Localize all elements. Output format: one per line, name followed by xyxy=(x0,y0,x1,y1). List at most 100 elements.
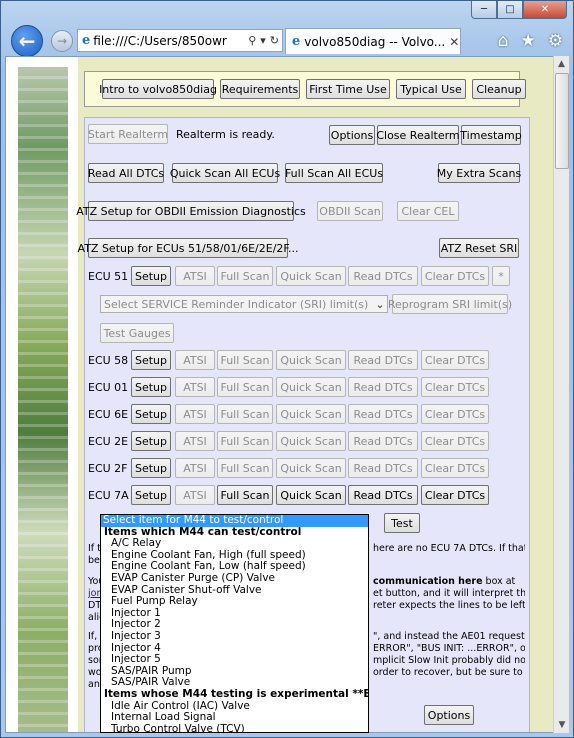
dropdown-option[interactable]: Fuel Pump Relay xyxy=(101,596,368,608)
ecu01-atsi-button[interactable]: ATSI xyxy=(175,377,215,397)
ecu7a-setup-button[interactable]: Setup xyxy=(131,485,171,505)
scrollbar-thumb[interactable] xyxy=(555,73,569,169)
back-button[interactable]: ← xyxy=(11,25,43,57)
clear-cel-button[interactable]: Clear CEL xyxy=(397,201,459,221)
scroll-up-icon[interactable]: ▲ xyxy=(554,56,569,72)
paragraph-fragment: mplicit Slow Init probably did not xyxy=(373,655,525,666)
ecu2e-atsi-button[interactable]: ATSI xyxy=(175,431,215,451)
ecu6e-atsi-button[interactable]: ATSI xyxy=(175,404,215,424)
ecu2f-setup-button[interactable]: Setup xyxy=(131,458,171,478)
ecu2e-clear-dtcs-button[interactable]: Clear DTCs xyxy=(421,431,489,451)
browser-toolbar-icons: ⌂ ★ ⚙ xyxy=(498,31,563,51)
back-arrow-icon: ← xyxy=(18,29,36,53)
m44-test-button[interactable]: Test xyxy=(384,513,420,533)
realterm-options-button[interactable]: Options xyxy=(329,125,375,145)
timestamp-button[interactable]: Timestamp xyxy=(460,125,522,145)
ecu51-star-button[interactable]: * xyxy=(492,266,510,286)
test-gauges-button[interactable]: Test Gauges xyxy=(100,323,174,343)
maximize-button[interactable]: □ xyxy=(497,1,523,19)
ecu58-setup-button[interactable]: Setup xyxy=(131,350,171,370)
ecu51-clear-dtcs-button[interactable]: Clear DTCs xyxy=(421,266,489,286)
address-bar[interactable]: e file:///C:/Users/850owr ⚲ ▾ ↻ xyxy=(77,29,283,52)
forward-button[interactable]: → xyxy=(51,30,73,52)
ecu2f-quick-scan-button[interactable]: Quick Scan xyxy=(276,458,346,478)
realterm-status: Realterm is ready. xyxy=(176,128,275,141)
ecu01-quick-scan-button[interactable]: Quick Scan xyxy=(276,377,346,397)
ecu2f-read-dtcs-button[interactable]: Read DTCs xyxy=(348,458,418,478)
close-button[interactable]: ✕ xyxy=(523,1,567,19)
obdii-scan-button[interactable]: OBDII Scan xyxy=(317,201,383,221)
tab-close-icon[interactable]: ✕ xyxy=(449,35,460,49)
refresh-icon[interactable]: ↻ xyxy=(270,34,279,47)
ecu2e-full-scan-button[interactable]: Full Scan xyxy=(217,431,273,451)
atz-setup-ecus-button[interactable]: ATZ Setup for ECUs 51/58/01/6E/2E/2F... xyxy=(78,238,298,258)
dropdown-option[interactable]: Injector 3 xyxy=(101,630,368,643)
ecu6e-setup-button[interactable]: Setup xyxy=(131,404,171,424)
close-realterm-button[interactable]: Close Realterm xyxy=(376,125,460,145)
settings-gear-icon[interactable]: ⚙ xyxy=(548,31,563,51)
sri-limit-select[interactable]: Select SERVICE Reminder Indicator (SRI) … xyxy=(100,295,388,313)
atz-reset-sri-button[interactable]: ATZ Reset SRI xyxy=(439,238,519,258)
ecu58-read-dtcs-button[interactable]: Read DTCs xyxy=(348,350,418,370)
ecu58-full-scan-button[interactable]: Full Scan xyxy=(217,350,273,370)
full-scan-all-button[interactable]: Full Scan All ECUs xyxy=(285,163,383,183)
home-icon[interactable]: ⌂ xyxy=(498,31,509,51)
reprogram-sri-button[interactable]: Reprogram SRI limit(s) xyxy=(388,294,512,314)
ecu01-full-scan-button[interactable]: Full Scan xyxy=(217,377,273,397)
dropdown-option[interactable]: Turbo Control Valve (TCV) xyxy=(101,723,368,732)
ecu58-clear-dtcs-button[interactable]: Clear DTCs xyxy=(421,350,489,370)
ecu2e-quick-scan-button[interactable]: Quick Scan xyxy=(276,431,346,451)
dropdown-icon[interactable]: ▾ xyxy=(260,34,266,47)
ecu2e-setup-button[interactable]: Setup xyxy=(131,431,171,451)
minimize-button[interactable]: ─ xyxy=(471,1,497,19)
scroll-down-icon[interactable]: ▼ xyxy=(554,717,570,733)
nav-cleanup-button[interactable]: Cleanup xyxy=(472,79,526,99)
ecu7a-atsi-button[interactable]: ATSI xyxy=(175,485,215,505)
ecu51-quick-scan-button[interactable]: Quick Scan xyxy=(276,266,346,286)
ecu51-read-dtcs-button[interactable]: Read DTCs xyxy=(348,266,418,286)
dropdown-selected-option[interactable]: Select item for M44 to test/control xyxy=(101,515,368,527)
ecu58-quick-scan-button[interactable]: Quick Scan xyxy=(276,350,346,370)
ecu6e-quick-scan-button[interactable]: Quick Scan xyxy=(276,404,346,424)
ecu7a-read-dtcs-button[interactable]: Read DTCs xyxy=(348,485,418,505)
ecu01-clear-dtcs-button[interactable]: Clear DTCs xyxy=(421,377,489,397)
ecu2e-read-dtcs-button[interactable]: Read DTCs xyxy=(348,431,418,451)
dropdown-option[interactable]: EVAP Canister Purge (CP) Valve xyxy=(101,572,368,585)
dropdown-option[interactable]: Injector 5 xyxy=(101,654,368,666)
ecu6e-clear-dtcs-button[interactable]: Clear DTCs xyxy=(421,404,489,424)
ecu2f-clear-dtcs-button[interactable]: Clear DTCs xyxy=(421,458,489,478)
nav-typical-use-button[interactable]: Typical Use xyxy=(396,79,466,99)
vertical-scrollbar[interactable]: ▲ ▼ xyxy=(553,56,569,733)
chevron-down-icon: ⌄ xyxy=(375,297,385,311)
paragraph-fragment: here are no ECU 7A DTCs. If that line xyxy=(373,543,525,554)
nav-requirements-button[interactable]: Requirements xyxy=(220,79,300,99)
ecu7a-clear-dtcs-button[interactable]: Clear DTCs xyxy=(421,485,489,505)
m44-item-dropdown[interactable]: Select item for M44 to test/control Item… xyxy=(100,514,369,733)
ecu01-read-dtcs-button[interactable]: Read DTCs xyxy=(348,377,418,397)
ecu7a-full-scan-button[interactable]: Full Scan xyxy=(217,485,273,505)
dropdown-option[interactable]: Internal Load Signal xyxy=(101,711,368,724)
ecu58-atsi-button[interactable]: ATSI xyxy=(175,350,215,370)
atz-setup-obdii-button[interactable]: ATZ Setup for OBDII Emission Diagnostics xyxy=(76,201,306,221)
search-icon[interactable]: ⚲ xyxy=(248,34,256,47)
ecu01-setup-button[interactable]: Setup xyxy=(131,377,171,397)
read-all-dtcs-button[interactable]: Read All DTCs xyxy=(88,163,164,183)
ecu2f-full-scan-button[interactable]: Full Scan xyxy=(217,458,273,478)
ecu51-atsi-button[interactable]: ATSI xyxy=(175,266,215,286)
nav-intro-button[interactable]: Intro to volvo850diag xyxy=(99,79,217,99)
start-realterm-button[interactable]: Start Realterm xyxy=(88,124,168,144)
m44-options-button[interactable]: Options xyxy=(424,705,474,725)
nav-first-time-use-button[interactable]: First Time Use xyxy=(306,79,390,99)
ecu51-full-scan-button[interactable]: Full Scan xyxy=(217,266,273,286)
ecu51-setup-button[interactable]: Setup xyxy=(131,266,171,286)
my-extra-scans-button[interactable]: My Extra Scans xyxy=(437,163,521,183)
ecu7a-quick-scan-button[interactable]: Quick Scan xyxy=(276,485,346,505)
dropdown-group-header: Items whose M44 testing is experimental … xyxy=(104,687,368,700)
ecu6e-read-dtcs-button[interactable]: Read DTCs xyxy=(348,404,418,424)
paragraph-bold: communication here xyxy=(373,576,483,587)
favorites-star-icon[interactable]: ★ xyxy=(521,31,536,51)
ecu2f-atsi-button[interactable]: ATSI xyxy=(175,458,215,478)
ecu6e-full-scan-button[interactable]: Full Scan xyxy=(217,404,273,424)
quick-scan-all-button[interactable]: Quick Scan All ECUs xyxy=(170,163,280,183)
browser-tab[interactable]: e volvo850diag -- Volvo... ✕ xyxy=(285,28,461,54)
